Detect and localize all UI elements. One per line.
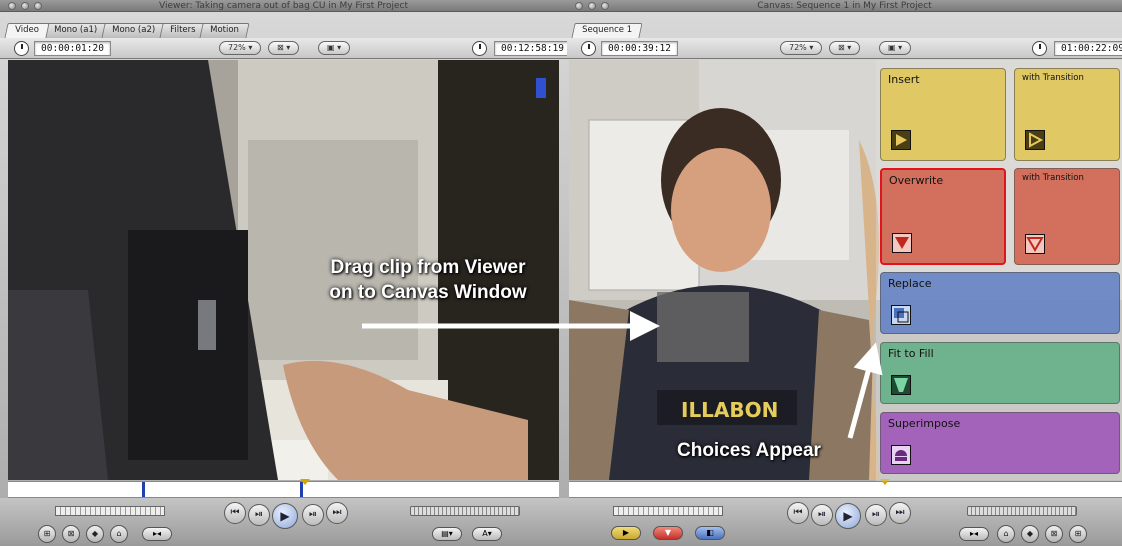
tab-video[interactable]: Video [4,23,50,38]
choices-arrow [847,342,883,439]
tab-sequence-1[interactable]: Sequence 1 [571,23,643,38]
canvas-tabs: Sequence 1 [571,23,643,38]
annotation-arrows [362,311,883,439]
choices-appear-text: Choices Appear [677,440,821,461]
